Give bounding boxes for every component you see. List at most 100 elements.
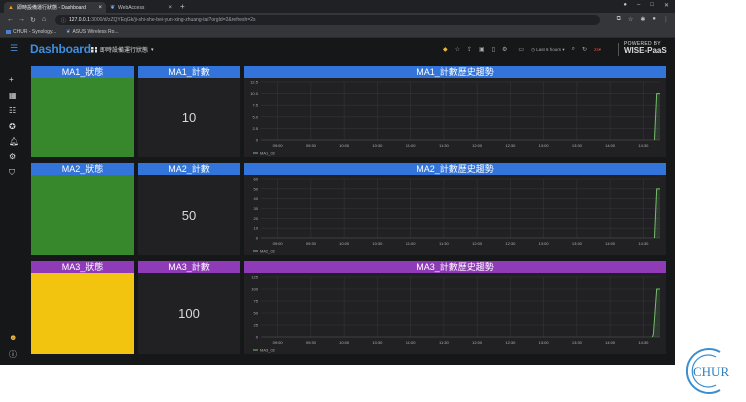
refresh-interval-label: 2s [594, 46, 599, 52]
refresh-icon[interactable]: ↻ [582, 46, 587, 53]
time-range-picker[interactable]: ◷ Last 6 hours ▾ [531, 47, 565, 53]
extension-icon[interactable]: ✱ [640, 16, 645, 23]
panel-title: MA3_計數歷史趨勢 [244, 261, 666, 273]
url-host: 127.0.0.1 [69, 17, 90, 23]
url-path: :3000/d/zZQYEqGk/ji-shi-she-bei-yun-xing… [89, 17, 256, 23]
bookmark-icon: ❦ [66, 29, 71, 35]
y-tick-label: 0 [256, 335, 259, 340]
url-input[interactable]: ⓘ 127.0.0.1 :3000/d/zZQYEqGk/ji-shi-she-… [55, 15, 600, 25]
close-tab-icon[interactable]: × [168, 5, 172, 11]
menu-kebab-icon[interactable]: ⋮ [663, 16, 669, 23]
close-tab-icon[interactable]: × [98, 5, 102, 11]
ma2-trend-panel[interactable]: MA2_計數歷史趨勢 0 10 20 30 40 50 60 09:00 09:30 10:00 1… [244, 163, 666, 255]
profile-icon[interactable]: ● [623, 2, 627, 9]
count-value: 10 [181, 110, 197, 125]
x-tick-label: 13:30 [572, 241, 583, 246]
bookmark-asus[interactable]: ❦ ASUS Wireless Ro... [66, 29, 118, 35]
ma3-count-panel[interactable]: MA3_計數 100 [138, 261, 240, 354]
x-tick-label: 13:00 [539, 143, 550, 148]
ma2-count-panel[interactable]: MA2_計數 50 [138, 163, 240, 255]
snapshot-icon[interactable]: ▯ [492, 46, 495, 53]
ma1-trend-chart[interactable]: 0 2.5 5.0 7.5 10.0 12.5 09:00 09:30 10:00 10:30 11… [244, 78, 666, 157]
wise-paas-text: WISE-PaaS [624, 46, 667, 55]
x-tick-label: 14:00 [605, 143, 616, 148]
brand-title[interactable]: Dashboard [30, 42, 91, 56]
tab-dashboard[interactable]: ▲ 即時設備運行狀態 - Dashboard × [4, 2, 106, 13]
account-icon[interactable]: ● [652, 16, 656, 23]
add-panel-icon[interactable]: ◆ [443, 46, 448, 53]
x-tick-label: 10:30 [372, 143, 383, 148]
configuration-gear-icon[interactable]: ⚙ [9, 152, 16, 161]
y-tick-label: 40 [254, 196, 259, 201]
bookmarks-bar: CHUR - Synology... ❦ ASUS Wireless Ro... [0, 27, 675, 38]
forward-icon[interactable]: → [18, 16, 25, 23]
ma3-trend-panel[interactable]: MA3_計數歷史趨勢 0 25 50 75 100 125 09:00 09:30 10:00 1… [244, 261, 666, 354]
ma1-status-panel[interactable]: MA1_狀態 [31, 66, 134, 157]
y-tick-label: 50 [254, 186, 259, 191]
ma3-status-panel[interactable]: MA3_狀態 [31, 261, 134, 354]
y-tick-label: 12.5 [250, 80, 259, 85]
reload-icon[interactable]: ↻ [30, 16, 36, 24]
status-indicator [31, 175, 134, 255]
star-icon[interactable]: ☆ [455, 46, 460, 53]
x-tick-label: 11:00 [406, 241, 416, 246]
tab-webaccess[interactable]: ❦ WebAccess × [106, 2, 176, 13]
x-tick-label: 10:30 [372, 340, 383, 345]
x-tick-label: 11:30 [439, 241, 449, 246]
ma3-trend-chart[interactable]: 0 25 50 75 100 125 09:00 09:30 10:00 10:30 11:00 11… [244, 273, 666, 354]
x-tick-label: 13:00 [539, 340, 550, 345]
dashboards-icon[interactable]: ▦ [9, 91, 17, 100]
y-tick-label: 10 [254, 226, 259, 231]
settings-gear-icon[interactable]: ⚙ [502, 46, 507, 53]
help-icon[interactable]: ⓘ [9, 349, 17, 360]
close-window-icon[interactable]: ✕ [664, 2, 669, 9]
list-icon[interactable]: ☷ [9, 106, 16, 115]
menu-hamburger-icon[interactable]: ☰ [10, 43, 18, 54]
refresh-interval[interactable]: 2s▾ [594, 47, 601, 53]
ma1-trend-panel[interactable]: MA1_計數歷史趨勢 0 2.5 5.0 7.5 10.0 12.5 09:00 09:30 1… [244, 66, 666, 157]
explore-icon[interactable]: ✪ [9, 122, 16, 131]
dashboard-picker[interactable]: 即時設備運行狀態 ▾ [91, 45, 154, 54]
star-icon[interactable]: ☆ [628, 16, 633, 23]
ma2-status-panel[interactable]: MA2_狀態 [31, 163, 134, 255]
y-tick-label: 20 [254, 216, 259, 221]
dashboard-toolbar: ◆ ☆ ⇪ ▣ ▯ ⚙ ▭ ◷ Last 6 hours ▾ ⌕ ↻ 2s▾ [443, 46, 601, 53]
x-tick-label: 13:30 [572, 340, 583, 345]
panel-title: MA2_計數歷史趨勢 [244, 163, 666, 175]
y-tick-label: 0 [256, 138, 259, 143]
new-tab-button[interactable]: + [180, 2, 185, 11]
browser-actions: ⧉ ☆ ✱ ● ⋮ [617, 16, 669, 23]
back-icon[interactable]: ← [7, 16, 14, 23]
user-avatar-icon[interactable]: ☻ [9, 333, 17, 342]
save-icon[interactable]: ▣ [479, 46, 485, 53]
ma2-trend-chart[interactable]: 0 10 20 30 40 50 60 09:00 09:30 10:00 10:30 11:00 11… [244, 175, 666, 255]
x-tick-label: 09:30 [306, 241, 317, 246]
x-tick-label: 14:00 [605, 241, 616, 246]
bookmark-synology[interactable]: CHUR - Synology... [6, 29, 56, 35]
minimize-icon[interactable]: – [637, 2, 640, 9]
count-value: 100 [178, 306, 200, 321]
legend-label: MA2_02 [260, 249, 276, 254]
header-divider [618, 43, 619, 56]
home-icon[interactable]: ⌂ [42, 16, 46, 23]
x-tick-label: 09:00 [273, 241, 284, 246]
ma1-count-panel[interactable]: MA1_計數 10 [138, 66, 240, 157]
maximize-icon[interactable]: □ [650, 2, 654, 9]
translate-icon[interactable]: ⧉ [617, 16, 621, 23]
y-tick-label: 7.5 [252, 103, 258, 108]
y-tick-label: 125 [251, 275, 258, 280]
x-tick-label: 14:00 [605, 340, 616, 345]
x-tick-label: 09:30 [306, 143, 317, 148]
alerting-bell-icon[interactable]: 🔔︎ [9, 137, 19, 146]
tv-mode-icon[interactable]: ▭ [518, 46, 524, 53]
share-icon[interactable]: ⇪ [467, 46, 472, 53]
create-plus-icon[interactable]: + [9, 75, 14, 84]
y-tick-label: 100 [251, 287, 258, 292]
zoom-out-icon[interactable]: ⌕ [572, 46, 575, 53]
x-tick-label: 10:00 [339, 340, 350, 345]
y-tick-label: 60 [254, 177, 259, 182]
caret-down-icon: ▾ [151, 46, 154, 53]
shield-icon[interactable]: ⛉ [9, 168, 15, 178]
clock-icon: ◷ [531, 46, 536, 52]
panel-title: MA1_計數歷史趨勢 [244, 66, 666, 78]
